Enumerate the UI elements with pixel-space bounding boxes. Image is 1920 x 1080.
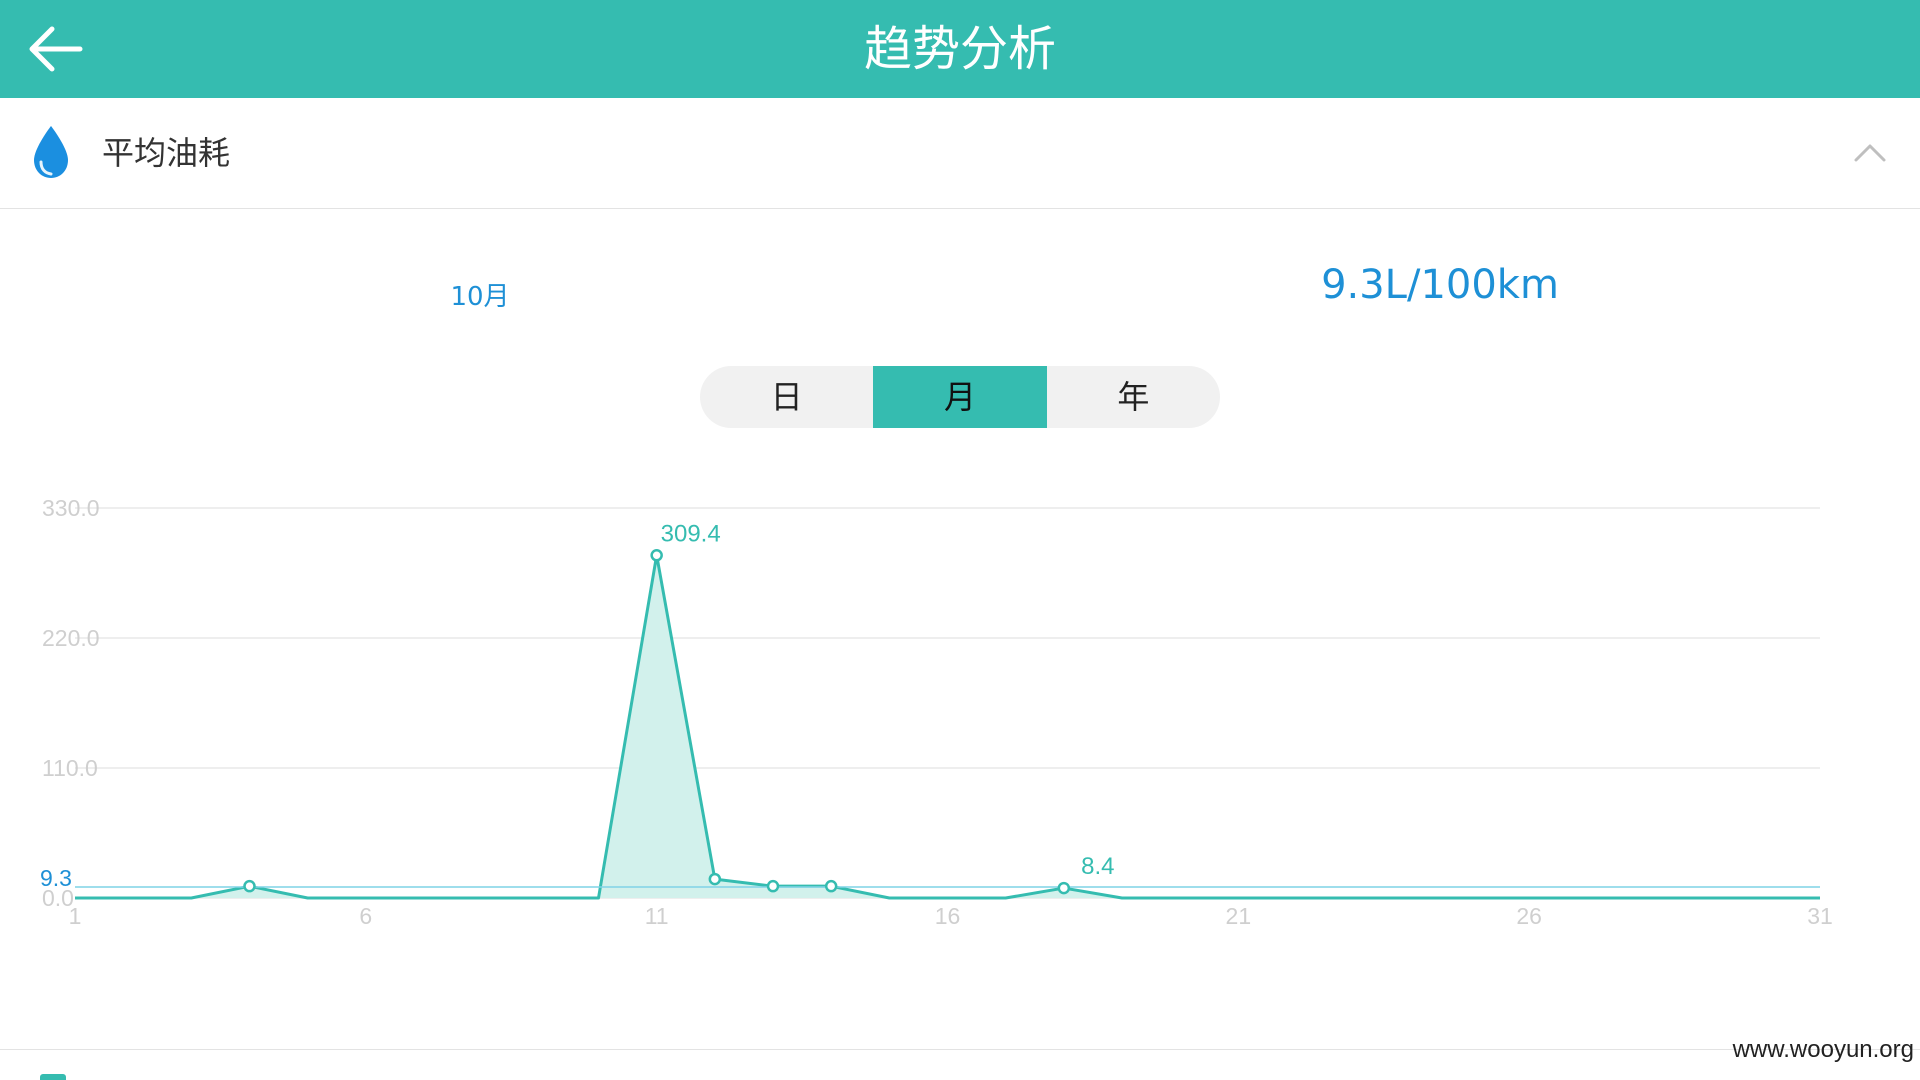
y-tick-label: 330.0: [42, 495, 100, 521]
data-point: [824, 879, 838, 893]
collapse-button[interactable]: [1850, 134, 1890, 174]
period-selector: 日 月 年: [700, 366, 1220, 428]
data-point: [708, 872, 722, 886]
y-tick-label: 220.0: [42, 625, 100, 651]
chevron-up-icon: [1854, 144, 1886, 162]
data-point: [243, 879, 256, 893]
x-tick-label: 21: [1226, 903, 1252, 929]
x-tick-label: 26: [1516, 903, 1542, 929]
next-section-icon: [40, 1074, 66, 1080]
y-tick-label: 110.0: [42, 755, 98, 781]
series-line: [75, 553, 1820, 900]
period-label: 10月: [450, 282, 510, 312]
x-tick-label: 11: [645, 903, 669, 929]
data-point: [650, 549, 663, 562]
average-line-label: 9.3: [40, 865, 72, 891]
page-title: 趋势分析: [863, 21, 1056, 77]
water-drop-icon: [34, 126, 68, 178]
x-tick-label: 1: [69, 903, 82, 929]
data-label: 8.4: [1081, 853, 1114, 880]
tab-year[interactable]: 年: [1047, 366, 1220, 428]
data-point: [766, 879, 780, 893]
app-header: 趋势分析: [0, 0, 1920, 98]
x-tick-label: 6: [359, 903, 372, 929]
watermark: www.wooyun.org: [1732, 1036, 1914, 1063]
average-fuel-value: 9.3L/100km: [1321, 262, 1559, 308]
section-header-fuel[interactable]: 平均油耗: [0, 98, 1920, 209]
data-label: 309.4: [661, 520, 721, 547]
fuel-trend-chart: 330.0220.0110.00.01 6 11 16 21 26 319.3309.48.…: [40, 495, 1833, 929]
tab-day[interactable]: 日: [700, 366, 873, 428]
data-point: [1057, 881, 1071, 895]
section-title: 平均油耗: [102, 134, 231, 172]
section-divider: [0, 1049, 1920, 1050]
x-tick-label: 16: [935, 903, 961, 929]
x-tick-label: 31: [1807, 903, 1833, 929]
series-area: [75, 555, 1820, 898]
tab-month[interactable]: 月: [873, 366, 1047, 428]
